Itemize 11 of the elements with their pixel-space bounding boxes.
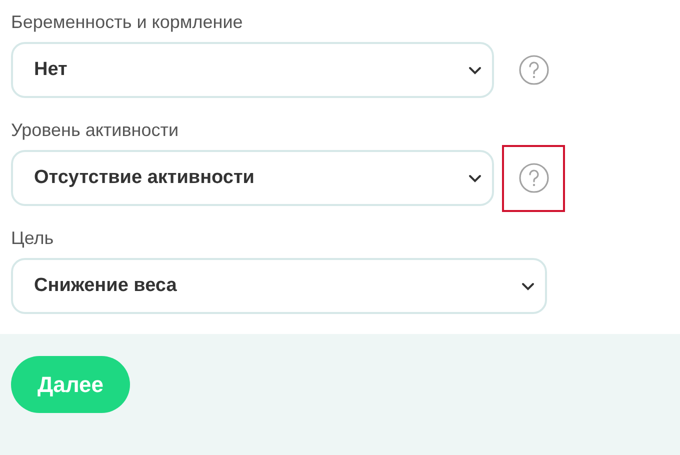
help-icon[interactable] [518,54,550,86]
help-icon[interactable] [518,162,550,194]
chevron-down-icon [468,66,482,74]
field-label: Беременность и кормление [11,11,244,34]
field-label: Уровень активности [11,119,180,142]
chevron-down-icon [468,174,482,182]
chevron-down-icon [521,282,535,290]
select-field[interactable]: Снижение веса [11,258,547,314]
select-field[interactable]: Нет [11,42,494,98]
select-field[interactable]: Отсутствие активности [11,150,494,206]
field-label: Цель [11,227,55,250]
